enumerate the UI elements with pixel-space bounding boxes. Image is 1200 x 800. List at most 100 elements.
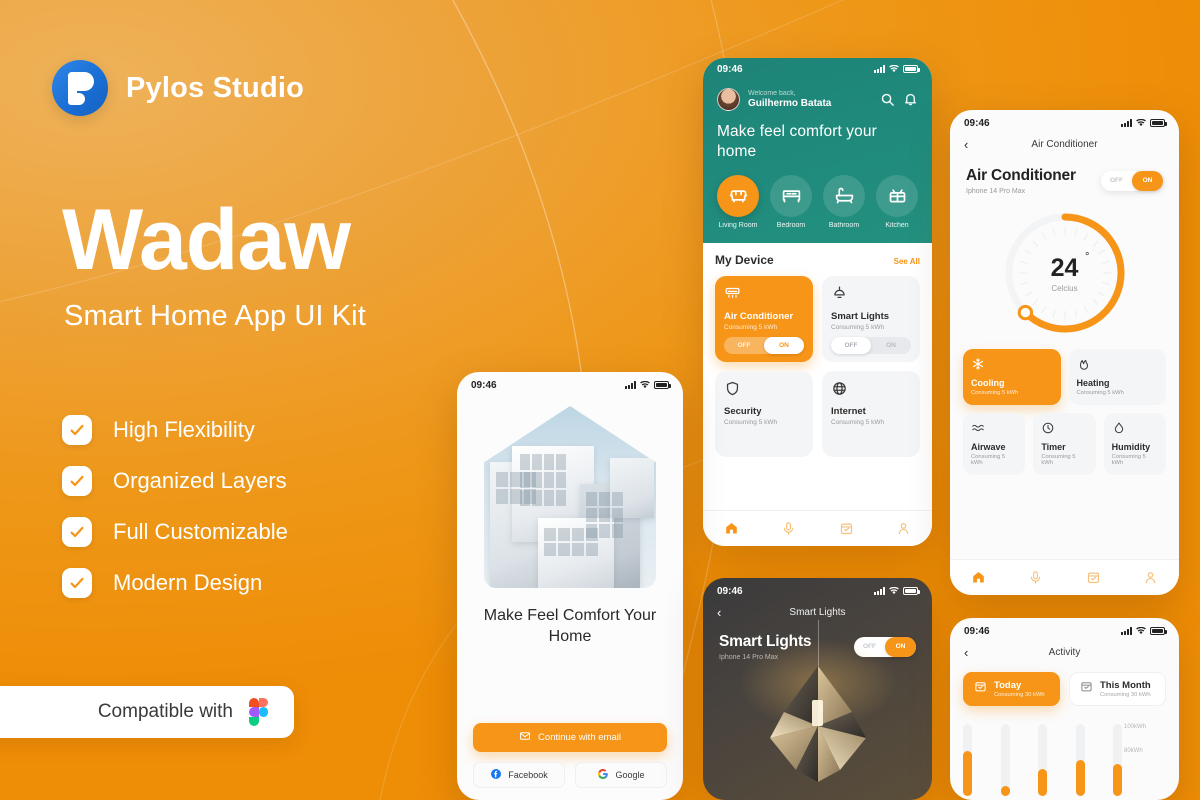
mode-grid-primary: Cooling Consuming 5 kWh Heating Consumin…	[950, 335, 1179, 405]
room-chip-living-room[interactable]: Living Room	[715, 174, 761, 229]
google-label: Google	[615, 770, 645, 780]
toggle-on[interactable]: ON	[871, 337, 911, 354]
device-card-security[interactable]: Security Consuming 5 kWh	[715, 370, 813, 457]
toggle-on[interactable]: ON	[764, 336, 804, 354]
device-toggle[interactable]: OFF ON	[831, 336, 911, 354]
room-chip-bathroom[interactable]: Bathroom	[821, 174, 867, 229]
flame-icon	[1077, 357, 1159, 371]
mode-name: Timer	[1041, 442, 1066, 452]
home-headline: Make feel comfort your home	[717, 123, 877, 160]
device-section: My Device See All Air Conditioner Consum…	[703, 242, 932, 546]
status-time: 09:46	[471, 379, 497, 391]
onboarding-actions: Continue with email Facebook Google	[457, 723, 683, 788]
room-chip-kitchen[interactable]: Kitchen	[874, 174, 920, 229]
tab-voice[interactable]	[781, 521, 796, 536]
compatible-with-badge: Compatible with	[0, 686, 294, 738]
brand-name: Pylos Studio	[126, 71, 305, 104]
wifi-icon	[640, 381, 650, 389]
mode-name: Airwave	[971, 442, 1006, 452]
tab-voice[interactable]	[1028, 570, 1043, 585]
toggle-on[interactable]: ON	[885, 637, 916, 657]
tab-this-month[interactable]: This Month Consuming 30 kWh	[1069, 672, 1166, 706]
mode-card-humidity[interactable]: Humidity Consuming 5 kWh	[1103, 413, 1166, 475]
brand: Pylos Studio	[52, 60, 304, 116]
search-icon[interactable]	[880, 92, 895, 107]
bottom-tab-bar	[950, 559, 1179, 595]
tab-activity[interactable]	[839, 521, 854, 536]
tab-today[interactable]: Today Consuming 30 kWh	[963, 672, 1060, 706]
onboarding-illustration	[484, 406, 656, 588]
device-consumption: Consuming 5 kWh	[831, 418, 885, 426]
mode-card-timer[interactable]: Timer Consuming 5 kWh	[1033, 413, 1096, 475]
feature-label: Modern Design	[113, 570, 263, 595]
status-bar: 09:46	[950, 110, 1179, 132]
mode-card-airwave[interactable]: Airwave Consuming 5 kWh	[963, 413, 1026, 475]
feature-label: Full Customizable	[113, 519, 288, 544]
wifi-icon	[1136, 627, 1146, 635]
user-name: Guilhermo Batata	[748, 97, 832, 109]
tab-home[interactable]	[971, 570, 986, 585]
feature-label: Organized Layers	[113, 468, 287, 493]
status-bar: 09:46	[703, 58, 932, 80]
battery-icon	[1150, 119, 1167, 127]
mode-card-heating[interactable]: Heating Consuming 5 kWh	[1068, 349, 1166, 405]
toggle-off[interactable]: OFF	[831, 336, 871, 354]
mode-consumption: Consuming 5 kWh	[1076, 390, 1124, 396]
wifi-icon	[889, 587, 899, 595]
mode-consumption: Consuming 5 kWh	[1041, 454, 1076, 466]
pylos-p-logo-icon	[52, 60, 108, 116]
left-promo-panel: Pylos Studio Wadaw Smart Home App UI Kit…	[0, 0, 470, 800]
shield-icon	[724, 380, 804, 398]
tab-profile[interactable]	[896, 521, 911, 536]
battery-icon	[903, 587, 920, 595]
device-card-air-conditioner[interactable]: Air Conditioner Consuming 5 kWh OFF ON	[715, 275, 813, 362]
facebook-login-button[interactable]: Facebook	[473, 762, 565, 788]
chart-bar	[1075, 724, 1085, 796]
droplet-icon	[1112, 421, 1158, 435]
mode-consumption: Consuming 5 kWh	[971, 454, 1006, 466]
tab-home[interactable]	[724, 521, 739, 536]
mode-card-cooling[interactable]: Cooling Consuming 5 kWh	[963, 349, 1061, 405]
phone-mockup-smart-lights: 09:46 ‹ Smart Lights Smart Lights Iphone…	[703, 578, 932, 800]
check-icon	[62, 568, 92, 598]
chevron-left-icon[interactable]: ‹	[964, 138, 978, 151]
chevron-left-icon[interactable]: ‹	[717, 606, 731, 619]
tab-profile[interactable]	[1143, 570, 1158, 585]
continue-with-email-button[interactable]: Continue with email	[473, 723, 667, 752]
toggle-off[interactable]: OFF	[724, 337, 764, 354]
device-hero: Air Conditioner Iphone 14 Pro Max OFF ON	[950, 151, 1179, 195]
activity-period-tabs: Today Consuming 30 kWh This Month Consum…	[950, 659, 1179, 706]
device-card-smart-lights[interactable]: Smart Lights Consuming 5 kWh OFF ON	[822, 275, 920, 362]
chevron-left-icon[interactable]: ‹	[964, 646, 978, 659]
google-login-button[interactable]: Google	[575, 762, 667, 788]
bell-icon[interactable]	[903, 92, 918, 107]
device-toggle[interactable]: OFF ON	[724, 336, 804, 354]
mode-name: Heating	[1076, 378, 1110, 388]
page-header-title: Smart Lights	[789, 607, 846, 618]
toggle-on[interactable]: ON	[1132, 171, 1163, 191]
check-icon	[62, 466, 92, 496]
onboarding-title: Make Feel Comfort Your Home	[483, 607, 657, 645]
chart-bar	[1113, 724, 1122, 796]
toggle-off[interactable]: OFF	[1101, 171, 1132, 191]
signal-bars-icon	[1121, 119, 1132, 127]
device-card-internet[interactable]: Internet Consuming 5 kWh	[822, 370, 920, 457]
chart-bar	[963, 724, 972, 796]
power-toggle[interactable]: OFF ON	[1101, 171, 1163, 191]
temperature-value: 24 °	[1050, 250, 1090, 282]
battery-icon	[654, 381, 671, 389]
device-model: Iphone 14 Pro Max	[966, 188, 1026, 195]
bed-icon	[770, 174, 812, 217]
chart-bar	[1000, 724, 1010, 796]
check-icon	[62, 415, 92, 445]
signal-bars-icon	[874, 65, 885, 73]
tab-activity[interactable]	[1086, 570, 1101, 585]
see-all-link[interactable]: See All	[894, 257, 920, 266]
temperature-dial[interactable]: 24 ° Celcius	[1003, 211, 1127, 335]
status-time: 09:46	[717, 585, 743, 597]
wifi-icon	[889, 65, 899, 73]
phone-mockup-activity: 09:46 ‹ Activity Today Consuming 30 kWh	[950, 618, 1179, 800]
room-category-list: Living Room Bedroom Bathroom Kitchen	[703, 162, 932, 229]
room-chip-bedroom[interactable]: Bedroom	[768, 174, 814, 229]
home-header: 09:46 Welcome back, Guilhermo Batata Mak…	[703, 58, 932, 243]
